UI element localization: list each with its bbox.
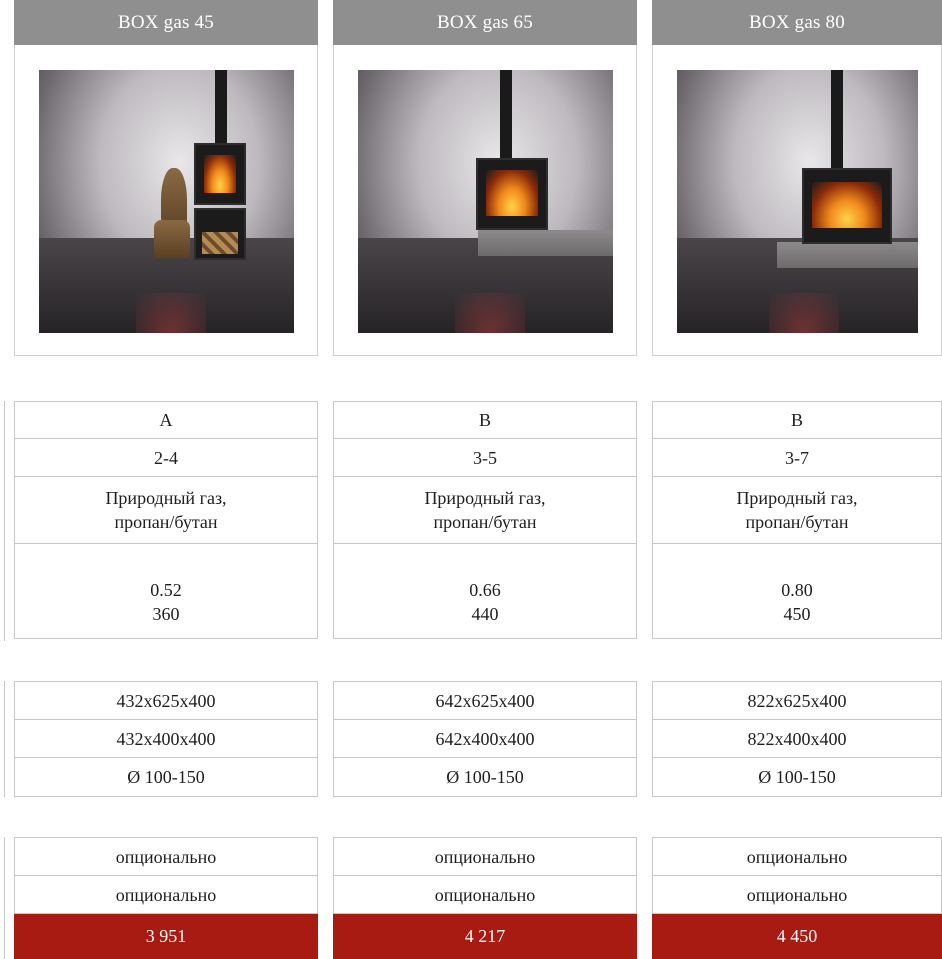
efficiency-class-cell: B bbox=[333, 401, 637, 439]
spec-group-3: опционально опционально 4 450 bbox=[652, 837, 942, 959]
product-photo-box-gas-80 bbox=[677, 70, 918, 333]
firebox-dimensions-cell: 432x400x400 bbox=[14, 720, 318, 758]
fuel-line-2: пропан/бутан bbox=[114, 512, 218, 532]
product-column-box-gas-45: BOX gas 45 A 2-4 Природный газ, пропан/б… bbox=[14, 0, 318, 959]
dimensions-cell: 642x625x400 bbox=[333, 681, 637, 720]
price-cell: 3 951 bbox=[14, 914, 318, 959]
consumption-cell: 0.66 440 bbox=[333, 544, 637, 639]
option-cell-1: опционально bbox=[333, 837, 637, 876]
consumption-cell: 0.52 360 bbox=[14, 544, 318, 639]
consumption-cell: 0.80 450 bbox=[652, 544, 942, 639]
flue-diameter-cell: Ø 100-150 bbox=[652, 758, 942, 797]
left-edge-border-group2 bbox=[0, 681, 5, 797]
stove-body bbox=[802, 168, 892, 244]
option-cell-2: опционально bbox=[14, 876, 318, 914]
stove-fire bbox=[204, 155, 236, 193]
fuel-line-2: пропан/бутан bbox=[433, 512, 537, 532]
option-cell-2: опционально bbox=[333, 876, 637, 914]
stove-flue bbox=[500, 70, 512, 160]
consumption-line-2: 440 bbox=[471, 604, 499, 624]
power-range-cell: 2-4 bbox=[14, 439, 318, 477]
product-column-box-gas-80: BOX gas 80 B 3-7 Природный газ, пропан/б… bbox=[652, 0, 942, 959]
dimensions-cell: 432x625x400 bbox=[14, 681, 318, 720]
product-image-frame bbox=[333, 45, 637, 356]
spec-group-2: 642x625x400 642x400x400 Ø 100-150 bbox=[333, 681, 637, 797]
left-edge-border-group1 bbox=[0, 401, 5, 641]
flue-diameter-cell: Ø 100-150 bbox=[14, 758, 318, 797]
stone-plinth bbox=[777, 242, 918, 268]
spec-group-2: 432x625x400 432x400x400 Ø 100-150 bbox=[14, 681, 318, 797]
efficiency-class-cell: B bbox=[652, 401, 942, 439]
photo-floor-glow bbox=[768, 293, 839, 333]
option-cell-1: опционально bbox=[14, 837, 318, 876]
product-column-box-gas-65: BOX gas 65 B 3-5 Природный газ, пропан/б… bbox=[333, 0, 637, 959]
firebox-dimensions-cell: 642x400x400 bbox=[333, 720, 637, 758]
power-range-cell: 3-7 bbox=[652, 439, 942, 477]
logs bbox=[202, 232, 238, 254]
price-cell: 4 217 bbox=[333, 914, 637, 959]
consumption-line-1: 0.80 bbox=[781, 580, 813, 600]
product-image-frame bbox=[14, 45, 318, 356]
spec-group-2: 822x625x400 822x400x400 Ø 100-150 bbox=[652, 681, 942, 797]
consumption-line-2: 450 bbox=[783, 604, 811, 624]
power-range-cell: 3-5 bbox=[333, 439, 637, 477]
fuel-type-cell: Природный газ, пропан/бутан bbox=[333, 477, 637, 544]
consumption-line-1: 0.52 bbox=[150, 580, 182, 600]
fuel-type-cell: Природный газ, пропан/бутан bbox=[652, 477, 942, 544]
option-cell-2: опционально bbox=[652, 876, 942, 914]
fuel-line-1: Природный газ, bbox=[424, 488, 546, 508]
consumption-line-2: 360 bbox=[152, 604, 180, 624]
price-cell: 4 450 bbox=[652, 914, 942, 959]
stove-flue bbox=[215, 70, 227, 145]
firebox-dimensions-cell: 822x400x400 bbox=[652, 720, 942, 758]
stove-flue bbox=[831, 70, 843, 170]
log-storage bbox=[194, 208, 246, 260]
efficiency-class-cell: A bbox=[14, 401, 318, 439]
dimensions-cell: 822x625x400 bbox=[652, 681, 942, 720]
spec-group-1: B 3-7 Природный газ, пропан/бутан 0.80 4… bbox=[652, 401, 942, 639]
product-title: BOX gas 80 bbox=[652, 0, 942, 45]
product-title: BOX gas 65 bbox=[333, 0, 637, 45]
photo-floor-glow bbox=[454, 293, 525, 333]
left-edge-border-group3 bbox=[0, 837, 5, 959]
product-photo-box-gas-45 bbox=[39, 70, 294, 333]
stove-fire bbox=[812, 182, 882, 228]
product-photo-box-gas-65 bbox=[358, 70, 613, 333]
spec-group-1: B 3-5 Природный газ, пропан/бутан 0.66 4… bbox=[333, 401, 637, 639]
consumption-line-1: 0.66 bbox=[469, 580, 501, 600]
stove-fire bbox=[486, 170, 538, 216]
stove-body bbox=[194, 143, 246, 205]
fuel-line-1: Природный газ, bbox=[736, 488, 858, 508]
spec-group-3: опционально опционально 3 951 bbox=[14, 837, 318, 959]
spec-group-1: A 2-4 Природный газ, пропан/бутан 0.52 3… bbox=[14, 401, 318, 639]
photo-floor-glow bbox=[135, 293, 206, 333]
fuel-line-2: пропан/бутан bbox=[745, 512, 849, 532]
owl-base bbox=[154, 220, 190, 258]
option-cell-1: опционально bbox=[652, 837, 942, 876]
product-title: BOX gas 45 bbox=[14, 0, 318, 45]
fuel-type-cell: Природный газ, пропан/бутан bbox=[14, 477, 318, 544]
flue-diameter-cell: Ø 100-150 bbox=[333, 758, 637, 797]
stone-plinth bbox=[478, 230, 613, 256]
stove-body bbox=[476, 158, 548, 230]
product-image-frame bbox=[652, 45, 942, 356]
fuel-line-1: Природный газ, bbox=[105, 488, 227, 508]
spec-group-3: опционально опционально 4 217 bbox=[333, 837, 637, 959]
